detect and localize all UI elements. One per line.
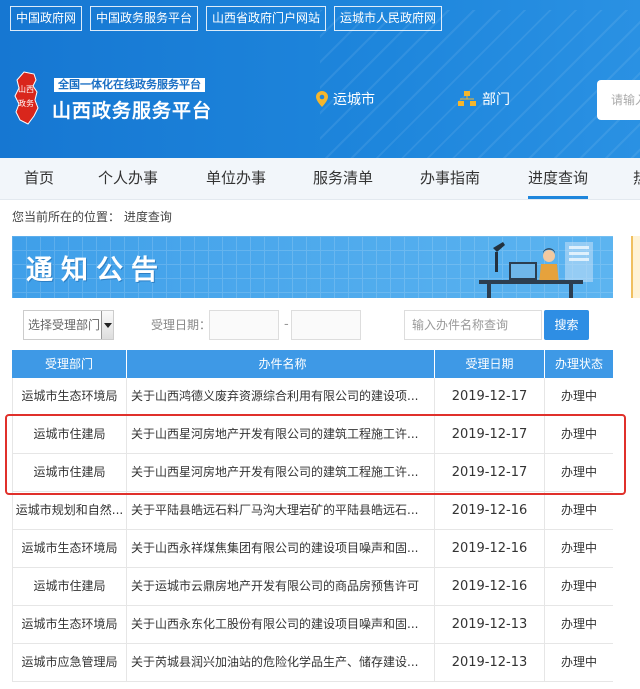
row-status: 办理中 xyxy=(560,617,597,631)
table-row[interactable]: 运城市生态环境局 关于山西鸿德义废弃资源综合利用有限公司的建设项... 2019-1… xyxy=(12,378,613,416)
department-select-value: 选择受理部门 xyxy=(28,318,101,332)
col-header-name: 办件名称 xyxy=(127,350,435,378)
svg-text:山西: 山西 xyxy=(18,84,34,94)
header-search-input[interactable]: 请输入 xyxy=(597,80,640,120)
nav-home[interactable]: 首页 xyxy=(24,158,54,199)
site-header: 中国政府网 中国政务服务平台 山西省政府门户网站 运城市人民政府网 山西 政务 … xyxy=(0,0,640,158)
table-row[interactable]: 运城市规划和自然... 关于平陆县皓远石料厂马沟大理岩矿的平陆县皓远石... 201… xyxy=(12,492,613,530)
nav-hot[interactable]: 热 xyxy=(633,158,640,199)
location-switcher[interactable]: 运城市 xyxy=(316,89,375,109)
row-date: 2019-12-17 xyxy=(435,454,545,491)
end-date-input[interactable] xyxy=(291,310,361,340)
row-dept: 运城市生态环境局 xyxy=(12,378,127,415)
col-header-status: 办理状态 xyxy=(554,357,603,371)
department-icon xyxy=(458,91,476,106)
link-shanxi-portal[interactable]: 山西省政府门户网站 xyxy=(206,6,327,31)
link-gov-service[interactable]: 中国政务服务平台 xyxy=(90,6,199,31)
dropdown-arrow-icon[interactable] xyxy=(101,311,113,339)
row-name[interactable]: 关于山西鸿德义废弃资源综合利用有限公司的建设项... xyxy=(127,378,435,415)
row-date: 2019-12-17 xyxy=(435,416,545,453)
table-row[interactable]: 运城市生态环境局 关于山西永祥煤焦集团有限公司的建设项目噪声和固... 2019-1… xyxy=(12,530,613,568)
col-header-date: 受理日期 xyxy=(435,350,545,378)
row-status: 办理中 xyxy=(560,465,597,479)
row-name[interactable]: 关于山西永祥煤焦集团有限公司的建设项目噪声和固... xyxy=(127,530,435,567)
row-date: 2019-12-17 xyxy=(435,378,545,415)
row-date: 2019-12-16 xyxy=(435,568,545,605)
row-date: 2019-12-13 xyxy=(435,644,545,681)
row-status: 办理中 xyxy=(560,541,597,555)
row-name[interactable]: 关于山西星河房地产开发有限公司的建筑工程施工许... xyxy=(127,416,435,453)
keyword-input[interactable]: 输入办件名称查询 xyxy=(404,310,542,340)
row-status: 办理中 xyxy=(560,427,597,441)
table-header: 受理部门 办件名称 受理日期 办理状态 xyxy=(12,350,613,378)
link-yuncheng-gov[interactable]: 运城市人民政府网 xyxy=(334,6,443,31)
search-button[interactable]: 搜索 xyxy=(544,310,589,340)
row-date: 2019-12-16 xyxy=(435,492,545,529)
nav-service-list[interactable]: 服务清单 xyxy=(313,158,373,199)
date-separator: - xyxy=(284,317,289,332)
filter-bar: 选择受理部门 受理日期： - 输入办件名称查询 搜索 xyxy=(12,306,613,346)
row-status: 办理中 xyxy=(560,389,597,403)
platform-slogan: 全国一体化在线政务服务平台 xyxy=(54,78,205,92)
top-links: 中国政府网 中国政务服务平台 山西省政府门户网站 运城市人民政府网 xyxy=(10,6,443,31)
row-dept: 运城市住建局 xyxy=(12,416,127,453)
svg-text:政务: 政务 xyxy=(18,98,34,108)
breadcrumb-prefix: 您当前所在的位置： xyxy=(12,210,121,224)
row-name[interactable]: 关于芮城县润兴加油站的危险化学品生产、储存建设... xyxy=(127,644,435,681)
row-dept: 运城市生态环境局 xyxy=(12,606,127,643)
row-dept: 运城市应急管理局 xyxy=(12,644,127,681)
row-name[interactable]: 关于平陆县皓远石料厂马沟大理岩矿的平陆县皓远石... xyxy=(127,492,435,529)
banner-title: 通知公告 xyxy=(26,255,166,286)
shanxi-logo-icon[interactable]: 山西 政务 xyxy=(10,70,46,126)
department-switcher[interactable]: 部门 xyxy=(458,89,510,109)
table-row[interactable]: 运城市住建局 关于山西星河房地产开发有限公司的建筑工程施工许... 2019-12-… xyxy=(12,454,613,492)
location-label: 运城市 xyxy=(333,92,375,108)
start-date-input[interactable] xyxy=(209,310,279,340)
row-name[interactable]: 关于运城市云鼎房地产开发有限公司的商品房预售许可 xyxy=(127,568,435,605)
row-name[interactable]: 关于山西星河房地产开发有限公司的建筑工程施工许... xyxy=(127,454,435,491)
row-status: 办理中 xyxy=(560,655,597,669)
table-row[interactable]: 运城市生态环境局 关于山西永东化工股份有限公司的建设项目噪声和固... 2019-1… xyxy=(12,606,613,644)
nav-unit[interactable]: 单位办事 xyxy=(206,158,266,199)
row-dept: 运城市住建局 xyxy=(12,568,127,605)
site-title[interactable]: 山西政务服务平台 xyxy=(52,96,212,123)
date-label: 受理日期： xyxy=(151,318,212,332)
table-body: 运城市生态环境局 关于山西鸿德义废弃资源综合利用有限公司的建设项... 2019-1… xyxy=(12,378,613,682)
row-dept: 运城市生态环境局 xyxy=(12,530,127,567)
row-status: 办理中 xyxy=(560,579,597,593)
row-dept: 运城市规划和自然... xyxy=(12,492,127,529)
table-row[interactable]: 运城市应急管理局 关于芮城县润兴加油站的危险化学品生产、储存建设... 2019-1… xyxy=(12,644,613,682)
row-dept: 运城市住建局 xyxy=(12,454,127,491)
breadcrumb: 您当前所在的位置： 进度查询 xyxy=(12,208,172,225)
progress-table: 受理部门 办件名称 受理日期 办理状态 运城市生态环境局 关于山西鸿德义废弃资源综… xyxy=(12,350,613,682)
row-name[interactable]: 关于山西永东化工股份有限公司的建设项目噪声和固... xyxy=(127,606,435,643)
department-label: 部门 xyxy=(482,92,510,108)
row-status: 办理中 xyxy=(560,503,597,517)
nav-personal[interactable]: 个人办事 xyxy=(98,158,158,199)
breadcrumb-current[interactable]: 进度查询 xyxy=(124,210,172,224)
table-row[interactable]: 运城市住建局 关于山西星河房地产开发有限公司的建筑工程施工许... 2019-12-… xyxy=(12,416,613,454)
col-header-dept: 受理部门 xyxy=(12,350,127,378)
department-select[interactable]: 选择受理部门 xyxy=(23,310,114,340)
table-row[interactable]: 运城市住建局 关于运城市云鼎房地产开发有限公司的商品房预售许可 2019-12-16… xyxy=(12,568,613,606)
row-date: 2019-12-13 xyxy=(435,606,545,643)
notice-banner: 通知公告 xyxy=(12,236,613,298)
row-date: 2019-12-16 xyxy=(435,530,545,567)
nav-guide[interactable]: 办事指南 xyxy=(420,158,480,199)
side-strip xyxy=(631,236,640,298)
main-nav: 首页 个人办事 单位办事 服务清单 办事指南 进度查询 热 xyxy=(0,158,640,200)
office-worker-illustration xyxy=(479,242,593,298)
location-pin-icon xyxy=(316,91,328,107)
nav-progress[interactable]: 进度查询 xyxy=(528,158,589,199)
link-gov-cn[interactable]: 中国政府网 xyxy=(10,6,83,31)
header-pattern xyxy=(320,10,640,158)
